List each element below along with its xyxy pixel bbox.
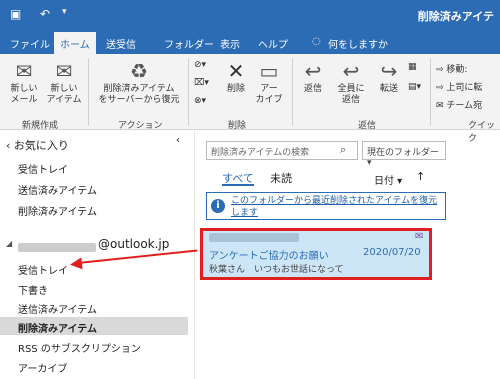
search-scope-dropdown[interactable]: 現在のフォルダー ▾ bbox=[362, 141, 446, 168]
undo-icon[interactable]: ↶ bbox=[40, 7, 50, 21]
tab-view[interactable]: 表示 bbox=[214, 34, 246, 53]
new-items-label: 新しい アイテム bbox=[46, 84, 82, 105]
recover-deleted-items-button[interactable]: ♻ 削除済みアイテム をサーバーから復元 bbox=[92, 60, 186, 106]
search-input[interactable]: 削除済みアイテムの検索 bbox=[206, 141, 358, 160]
tab-folder[interactable]: フォルダー bbox=[158, 34, 220, 53]
tab-file[interactable]: ファイル bbox=[4, 34, 56, 53]
blurred-account-name bbox=[18, 243, 96, 252]
reply-button[interactable]: ↩ 返信 bbox=[298, 60, 328, 95]
account-deleted[interactable]: 削除済みアイテム bbox=[18, 320, 97, 335]
group-respond-label: 返信 bbox=[358, 121, 377, 131]
fav-inbox[interactable]: 受信トレイ bbox=[18, 161, 68, 176]
tell-me-input[interactable]: 何をしますか bbox=[322, 34, 394, 53]
recover-link[interactable]: このフォルダーから最近削除されたアイテムを復元します bbox=[231, 195, 445, 219]
forward-button[interactable]: ↪ 転送 bbox=[374, 60, 404, 95]
app-icon: ▣ bbox=[10, 7, 22, 21]
ribbon: ✉ 新しい メール ✉ 新しい アイテム 新規作成 ♻ 削除済みアイテム をサー… bbox=[0, 54, 500, 144]
group-actions-label: アクション bbox=[118, 121, 163, 131]
tab-help[interactable]: ヘルプ bbox=[252, 34, 294, 53]
favorites-label: お気に入り bbox=[13, 139, 69, 152]
account-drafts[interactable]: 下書き bbox=[18, 282, 48, 297]
window-title: 削除済みアイテ bbox=[417, 10, 494, 23]
divider bbox=[292, 58, 293, 126]
meeting-icon[interactable]: ▦ bbox=[408, 62, 417, 72]
forward-icon: ↪ bbox=[380, 59, 398, 83]
sort-label: 日付 bbox=[374, 176, 394, 187]
reply-all-icon: ↩ bbox=[342, 59, 360, 83]
search-icon[interactable]: ⌕ bbox=[340, 143, 346, 157]
reply-icon: ↩ bbox=[304, 59, 322, 83]
replied-envelope-icon: ✉ bbox=[415, 231, 424, 242]
quick-move-label: 移動: bbox=[446, 65, 468, 75]
new-items-button[interactable]: ✉ 新しい アイテム bbox=[44, 60, 84, 106]
account-archive[interactable]: アーカイブ bbox=[18, 360, 67, 375]
group-quick-label: クイック bbox=[468, 121, 496, 144]
ribbon-tabs: ファイル ホーム 送受信 フォルダー 表示 ヘルプ ◌ 何をしますか bbox=[0, 30, 500, 54]
divider bbox=[188, 58, 189, 126]
mail-subject: アンケートご協力のお願い bbox=[209, 251, 329, 262]
quick-move-item[interactable]: ⇨ 移動: bbox=[436, 62, 467, 75]
account-expand-icon[interactable]: ◢ bbox=[6, 239, 12, 248]
blurred-sender bbox=[209, 233, 299, 242]
group-delete-label: 削除 bbox=[228, 121, 247, 131]
mail-item-selected[interactable]: ✉ アンケートご協力のお願い 2020/07/20 秋葉さん いつもお世話になっ… bbox=[200, 228, 432, 280]
reply-label: 返信 bbox=[303, 84, 322, 94]
archive-button[interactable]: ▭ アー カイブ bbox=[254, 60, 284, 106]
ignore-icon[interactable]: ⊘▾ bbox=[194, 60, 206, 70]
account-sent[interactable]: 送信済みアイテム bbox=[18, 301, 97, 316]
new-mail-label: 新しい メール bbox=[10, 84, 38, 105]
collapse-pane-icon[interactable]: ‹ bbox=[176, 135, 180, 146]
sort-dropdown[interactable]: 日付 ▾ bbox=[374, 172, 402, 187]
recover-label: 削除済みアイテム をサーバーから復元 bbox=[98, 84, 180, 105]
favorites-header[interactable]: ‹ お気に入り bbox=[6, 137, 69, 153]
quick-manager-label: 上司に転 bbox=[446, 83, 483, 93]
tab-send-receive[interactable]: 送受信 bbox=[100, 34, 142, 53]
delete-x-icon: ✕ bbox=[227, 59, 245, 83]
sort-direction-icon[interactable]: ↑ bbox=[416, 170, 425, 183]
info-icon: i bbox=[211, 199, 225, 213]
forward-label: 転送 bbox=[379, 84, 398, 94]
fav-deleted[interactable]: 削除済みアイテム bbox=[18, 203, 97, 218]
junk-icon[interactable]: ⊗▾ bbox=[194, 96, 206, 106]
quick-manager-item[interactable]: ⇨ 上司に転 bbox=[436, 80, 482, 93]
divider bbox=[430, 58, 431, 126]
tab-home[interactable]: ホーム bbox=[54, 32, 96, 54]
annotation-arrow-head bbox=[69, 257, 83, 271]
cleanup-icon[interactable]: ⌧▾ bbox=[194, 78, 209, 88]
more-respond-icon[interactable]: ▤▾ bbox=[408, 82, 421, 92]
delete-label: 削除 bbox=[226, 84, 245, 94]
search-scope-label: 現在のフォルダー bbox=[367, 148, 440, 158]
recover-info-bar[interactable]: i このフォルダーから最近削除されたアイテムを復元します bbox=[206, 192, 446, 220]
account-rss[interactable]: RSS のサブスクリプション bbox=[18, 340, 141, 355]
new-mail-button[interactable]: ✉ 新しい メール bbox=[6, 60, 42, 106]
pane-divider bbox=[194, 131, 195, 379]
reply-all-button[interactable]: ↩ 全員に 返信 bbox=[332, 60, 370, 106]
archive-label: アー カイブ bbox=[255, 84, 283, 105]
mail-preview: 秋葉さん いつもお世話になって bbox=[209, 265, 344, 275]
group-new-label: 新規作成 bbox=[22, 121, 59, 131]
filter-all-underline bbox=[222, 184, 254, 186]
recycle-bin-icon: ♻ bbox=[130, 59, 148, 83]
account-inbox[interactable]: 受信トレイ bbox=[18, 262, 68, 277]
delete-button[interactable]: ✕ 削除 bbox=[222, 60, 250, 95]
account-email-domain: @outlook.jp bbox=[98, 237, 170, 251]
quick-team-label: チーム宛 bbox=[446, 101, 483, 111]
quick-team-item[interactable]: ✉ チーム宛 bbox=[436, 98, 482, 111]
archive-box-icon: ▭ bbox=[259, 59, 279, 83]
reply-all-label: 全員に 返信 bbox=[337, 84, 365, 105]
envelope-icon: ✉ bbox=[15, 59, 33, 83]
divider bbox=[88, 58, 89, 126]
fav-sent[interactable]: 送信済みアイテム bbox=[18, 182, 97, 197]
filter-unread-tab[interactable]: 未読 bbox=[270, 170, 292, 186]
title-bar: ▣ ↶ ▾ 削除済みアイテ bbox=[0, 0, 500, 30]
customize-toolbar-icon[interactable]: ▾ bbox=[62, 7, 67, 17]
mail-date: 2020/07/20 bbox=[363, 247, 421, 258]
new-items-icon: ✉ bbox=[55, 59, 73, 83]
